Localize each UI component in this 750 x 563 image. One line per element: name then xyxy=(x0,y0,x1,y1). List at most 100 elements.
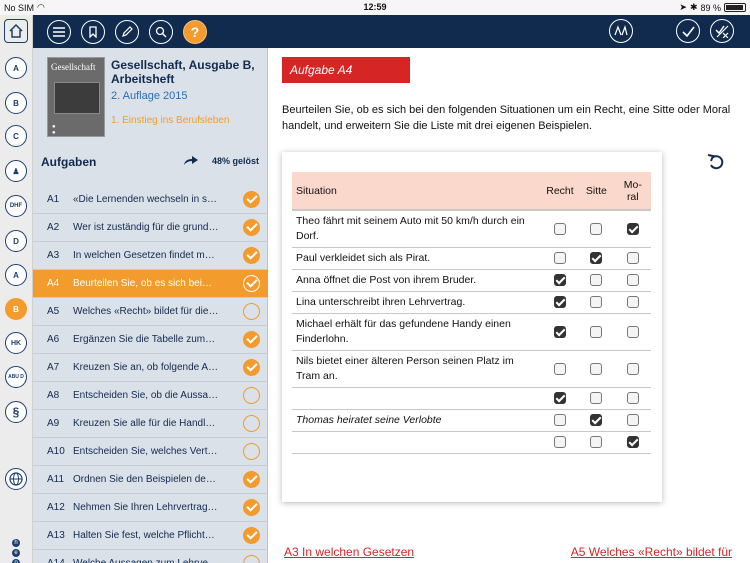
moral-checkbox[interactable] xyxy=(626,222,639,235)
rail-book-a[interactable]: A xyxy=(5,57,27,79)
recht-checkbox[interactable] xyxy=(553,414,566,427)
moral-checkbox[interactable] xyxy=(626,296,639,309)
task-item-a5[interactable]: A5 Welches «Recht» bildet für die… xyxy=(33,298,268,326)
recht-checkbox[interactable] xyxy=(553,252,566,265)
rail-book-a2[interactable]: A xyxy=(5,264,27,286)
sitte-checkbox[interactable] xyxy=(590,296,603,309)
task-item-a4[interactable]: A4 Beurteilen Sie, ob es sich bei… xyxy=(33,270,268,298)
situation-cell: Anna öffnet die Post von ihrem Bruder. xyxy=(292,269,542,292)
task-item-a1[interactable]: A1 «Die Lernenden wechseln in s… xyxy=(33,186,268,214)
task-item-a6[interactable]: A6 Ergänzen Sie die Tabelle zum… xyxy=(33,326,268,354)
moral-checkbox[interactable] xyxy=(626,274,639,287)
sitte-cell xyxy=(578,291,615,314)
globe-button[interactable] xyxy=(5,468,27,490)
situation-empty-cell[interactable] xyxy=(292,387,542,410)
recht-checkbox[interactable] xyxy=(553,436,566,449)
rail-label: A xyxy=(13,270,19,280)
recht-checkbox[interactable] xyxy=(553,325,566,338)
cover-title: Gesellschaft xyxy=(51,62,96,72)
sitte-checkbox[interactable] xyxy=(590,325,603,338)
task-open-icon xyxy=(243,443,260,460)
task-done-icon xyxy=(243,331,260,348)
task-item-a10[interactable]: A10 Entscheiden Sie, welches Vert… xyxy=(33,438,268,466)
situation-cell[interactable]: Thomas heiratet seine Verlobte xyxy=(292,409,542,432)
recht-checkbox[interactable] xyxy=(553,362,566,375)
table-body: Theo fährt mit seinem Auto mit 50 km/h d… xyxy=(292,210,651,454)
moral-checkbox[interactable] xyxy=(626,325,639,338)
home-icon xyxy=(9,23,23,38)
hint-icon xyxy=(614,25,628,36)
moral-checkbox[interactable] xyxy=(626,436,639,449)
recht-cell xyxy=(541,269,579,292)
share-icon[interactable] xyxy=(183,154,199,166)
situation-cell: Lina unterschreibt ihren Lehrvertrag. xyxy=(292,291,542,314)
rail-book-c[interactable]: C xyxy=(5,125,27,147)
next-task-link[interactable]: A5 Welches «Recht» bildet für xyxy=(571,545,732,559)
sitte-checkbox[interactable] xyxy=(590,252,603,265)
moral-cell xyxy=(614,409,651,432)
task-id: A12 xyxy=(47,502,65,513)
hint-button[interactable] xyxy=(609,19,633,43)
logo-letter: p xyxy=(12,559,20,563)
moral-checkbox[interactable] xyxy=(626,392,639,405)
person-bar-icon: ♟ xyxy=(12,166,20,176)
moral-cell xyxy=(614,210,651,248)
search-button[interactable] xyxy=(149,20,173,44)
tasks-progress: 48% gelöst xyxy=(211,156,259,166)
rail-label: HK xyxy=(10,339,22,347)
previous-task-link[interactable]: A3 In welchen Gesetzen xyxy=(284,545,414,559)
rail-book-hk[interactable]: HK xyxy=(5,332,27,354)
recht-checkbox[interactable] xyxy=(553,296,566,309)
sitte-checkbox[interactable] xyxy=(590,436,603,449)
sitte-cell xyxy=(578,387,615,410)
moral-checkbox[interactable] xyxy=(626,252,639,265)
sitte-checkbox[interactable] xyxy=(590,362,603,375)
book-cover[interactable]: Gesellschaft ●●● xyxy=(47,57,105,137)
recht-checkbox[interactable] xyxy=(553,392,566,405)
check-button[interactable] xyxy=(676,19,700,43)
sitte-checkbox[interactable] xyxy=(590,392,603,405)
recht-checkbox[interactable] xyxy=(553,222,566,235)
menu-icon xyxy=(53,27,65,37)
notes-button[interactable] xyxy=(115,20,139,44)
home-button[interactable] xyxy=(4,19,28,43)
bookmark-button[interactable] xyxy=(81,20,105,44)
recht-checkbox[interactable] xyxy=(553,274,566,287)
task-item-a12[interactable]: A12 Nehmen Sie Ihren Lehrvertrag… xyxy=(33,494,268,522)
rail-book-abu[interactable]: ABU D xyxy=(5,366,27,388)
task-item-a8[interactable]: A8 Entscheiden Sie, ob die Aussa… xyxy=(33,382,268,410)
task-id: A7 xyxy=(47,362,60,373)
paragraph-icon: § xyxy=(12,405,20,419)
sitte-checkbox[interactable] xyxy=(590,222,603,235)
panel-toolbar: ? xyxy=(33,15,268,48)
rail-law[interactable]: § xyxy=(5,401,27,423)
task-item-a7[interactable]: A7 Kreuzen Sie an, ob folgende A… xyxy=(33,354,268,382)
chapter-link[interactable]: 1. Einstieg ins Berufsleben xyxy=(111,115,229,126)
rail-book-d[interactable]: D xyxy=(5,230,27,252)
sitte-checkbox[interactable] xyxy=(590,274,603,287)
task-item-a3[interactable]: A3 In welchen Gesetzen findet m… xyxy=(33,242,268,270)
moral-checkbox[interactable] xyxy=(626,414,639,427)
moral-checkbox[interactable] xyxy=(626,362,639,375)
rail-book-person[interactable]: ♟ xyxy=(5,160,27,182)
task-title: Welche Aussagen zum Lehrve… xyxy=(73,558,223,563)
header-moral: Mo- ral xyxy=(614,172,651,211)
task-id: A3 xyxy=(47,250,60,261)
reset-icon[interactable] xyxy=(706,152,726,172)
rail-book-b[interactable]: B xyxy=(5,92,27,114)
task-item-a9[interactable]: A9 Kreuzen Sie alle für die Handl… xyxy=(33,410,268,438)
rail-book-b-active[interactable]: B xyxy=(5,298,27,320)
menu-button[interactable] xyxy=(47,20,71,44)
task-item-a13[interactable]: A13 Halten Sie fest, welche Pflicht… xyxy=(33,522,268,550)
sitte-checkbox[interactable] xyxy=(590,414,603,427)
help-button[interactable]: ? xyxy=(183,20,207,44)
recht-cell xyxy=(541,247,579,270)
solution-button[interactable] xyxy=(710,19,734,43)
rail-book-dhf[interactable]: DHF xyxy=(5,195,27,217)
task-item-a2[interactable]: A2 Wer ist zuständig für die grund… xyxy=(33,214,268,242)
situation-empty-cell[interactable] xyxy=(292,431,542,454)
moral-cell xyxy=(614,313,651,351)
task-item-a11[interactable]: A11 Ordnen Sie den Beispielen de… xyxy=(33,466,268,494)
battery-icon xyxy=(724,3,746,12)
task-item-a14[interactable]: A14Welche Aussagen zum Lehrve… xyxy=(33,550,268,563)
